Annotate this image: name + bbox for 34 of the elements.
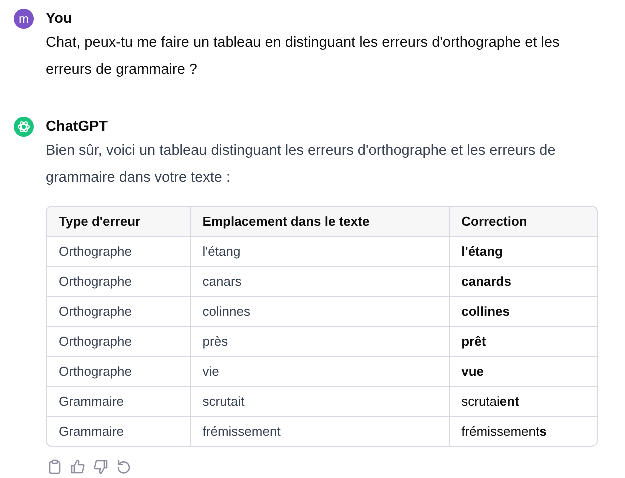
table-cell: Orthographe (47, 297, 191, 327)
table-cell: Grammaire (47, 417, 191, 446)
table-cell: près (190, 327, 450, 357)
thumbs-down-icon[interactable] (93, 459, 109, 475)
table-cell: Orthographe (47, 327, 191, 357)
table-cell: vie (190, 357, 450, 387)
table-cell: collines (450, 297, 597, 327)
table-cell: Orthographe (47, 357, 191, 387)
table-cell: frémissement (190, 417, 450, 446)
table-cell: Grammaire (47, 387, 191, 417)
column-header: Emplacement dans le texte (190, 207, 450, 237)
thumbs-up-icon[interactable] (70, 459, 86, 475)
table-cell: canards (450, 267, 597, 297)
message-text: Bien sûr, voici un tableau distinguant les erreurs d'orthographe et les erreurs de grammaire dans votre texte : (46, 142, 557, 188)
author-name: ChatGPT (46, 118, 110, 137)
table-cell: colinnes (190, 297, 450, 327)
author-name: You (46, 10, 74, 29)
clipboard-icon[interactable] (47, 459, 63, 475)
user-avatar: m (14, 9, 34, 29)
table-cell: scrutait (190, 387, 450, 417)
column-header: Correction (450, 207, 597, 237)
chatgpt-logo-icon (14, 117, 34, 137)
table-cell: vue (450, 357, 597, 387)
table-cell: canars (190, 267, 450, 297)
table-cell-text: frémissements (460, 423, 548, 441)
regenerate-icon[interactable] (116, 459, 132, 475)
table-cell: l'étang (450, 237, 597, 267)
column-header: Type d'erreur (47, 207, 191, 237)
message-text: Chat, peux-tu me faire un tableau en distinguant les erreurs d'orthographe et les erreurs de grammaire ? (46, 34, 561, 80)
table-cell: l'étang (190, 237, 450, 267)
table-cell: Orthographe (47, 237, 191, 267)
table-cell: Orthographe (47, 267, 191, 297)
table-cell: prêt (450, 327, 597, 357)
table-cell: scrutaient (450, 387, 597, 417)
